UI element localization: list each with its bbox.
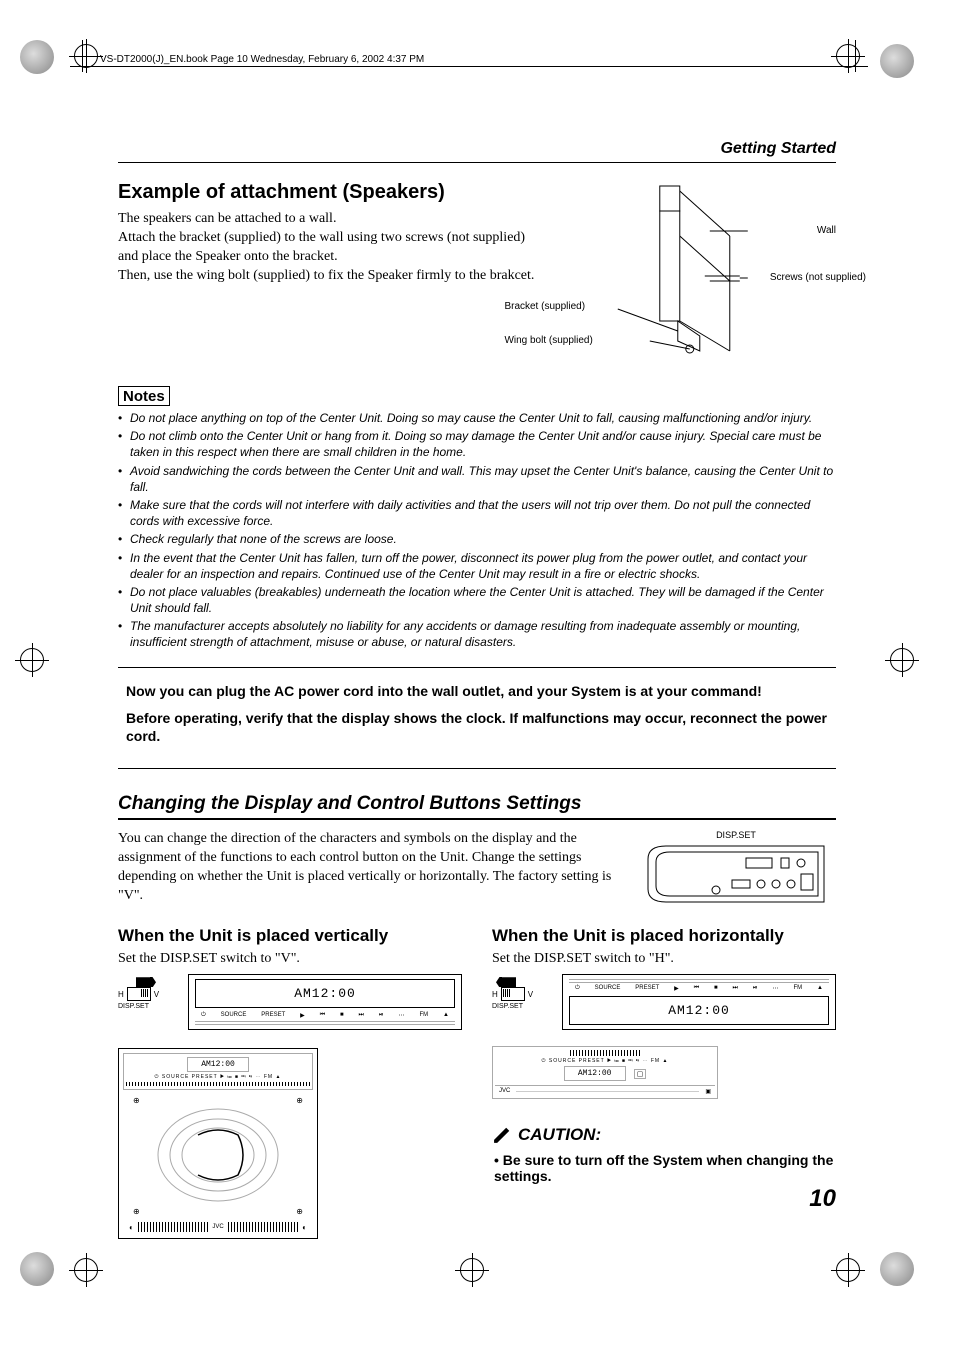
dispset-switch: [501, 987, 525, 1001]
rule: [118, 162, 836, 163]
caution-body: • Be sure to turn off the System when ch…: [492, 1152, 836, 1184]
now-p1: Now you can plug the AC power cord into …: [126, 682, 828, 701]
list-item: Do not place anything on top of the Cent…: [118, 410, 836, 426]
orientation-columns: When the Unit is placed vertically Set t…: [118, 926, 836, 1239]
attachment-figure: Wall Screws (not supplied) Bracket (supp…: [554, 181, 836, 364]
label-wall: Wall: [817, 225, 836, 236]
label-wingbolt: Wing bolt (supplied): [504, 335, 592, 346]
attachment-p3: Then, use the wing bolt (supplied) to fi…: [118, 267, 534, 286]
caution-label: CAUTION:: [518, 1125, 601, 1145]
registration-mark: [836, 44, 860, 73]
list-item: In the event that the Center Unit has fa…: [118, 550, 836, 582]
list-item: Do not place valuables (breakables) unde…: [118, 584, 836, 616]
arrow-left-icon: [496, 977, 516, 987]
page: VS-DT2000(J)_EN.book Page 10 Wednesday, …: [0, 0, 954, 1351]
speaker-wall-diagram: [554, 181, 836, 361]
heading-attachment: Example of attachment (Speakers): [118, 181, 534, 204]
vertical-figure: H V DISP.SET AM12:00 ⏻SOURCEPRESET▶⏮■⏭⏯⋯…: [118, 977, 462, 1239]
registration-mark: [460, 1258, 484, 1287]
attachment-p2: Attach the bracket (supplied) to the wal…: [118, 229, 534, 267]
framemaker-header: VS-DT2000(J)_EN.book Page 10 Wednesday, …: [100, 54, 424, 65]
pencil-icon: [492, 1125, 512, 1145]
attachment-text: Example of attachment (Speakers) The spe…: [118, 181, 534, 364]
crop-line: [82, 40, 83, 72]
horizontal-figure: H V DISP.SET ⏻SOURCEPRESET▶⏮■⏭⏯⋯: [492, 977, 836, 1099]
crop-line: [855, 40, 856, 72]
vertical-column: When the Unit is placed vertically Set t…: [118, 926, 462, 1239]
attachment-section: Example of attachment (Speakers) The spe…: [118, 181, 836, 364]
list-item: Make sure that the cords will not interf…: [118, 497, 836, 529]
horizontal-unit-drawing: ⏻ SOURCE PRESET ▶ ⏮ ■ ⏭ ⏯ ⋯ FM ▲ AM12:00…: [492, 1046, 718, 1099]
list-item: The manufacturer accepts absolutely no l…: [118, 618, 836, 650]
mini-display: AM12:00: [187, 1057, 249, 1072]
running-title: Getting Started: [118, 140, 836, 158]
cd-slot-icon: [123, 1105, 313, 1205]
vertical-unit-drawing: AM12:00 ⏻ SOURCE PRESET ▶ ⏮ ■ ⏭ ⏯ ⋯ FM ▲…: [118, 1048, 318, 1239]
now-p2: Before operating, verify that the displa…: [126, 709, 828, 747]
list-item: Do not climb onto the Center Unit or han…: [118, 428, 836, 460]
now-box: Now you can plug the AC power cord into …: [118, 678, 836, 759]
registration-mark: [74, 44, 98, 73]
label-bracket: Bracket (supplied): [504, 301, 585, 312]
vertical-text: Set the DISP.SET switch to "V".: [118, 950, 462, 969]
horizontal-column: When the Unit is placed horizontally Set…: [492, 926, 836, 1239]
heading-horizontal: When the Unit is placed horizontally: [492, 926, 836, 946]
heading-vertical: When the Unit is placed vertically: [118, 926, 462, 946]
registration-mark: [74, 1258, 98, 1287]
display-intro-row: You can change the direction of the char…: [118, 830, 836, 906]
notes-label: Notes: [118, 386, 170, 406]
dispset-switch: [127, 987, 151, 1001]
registration-mark: [836, 1258, 860, 1287]
registration-mark: [20, 648, 44, 677]
unit-display: AM12:00: [195, 979, 455, 1008]
registration-mark: [890, 648, 914, 677]
registration-mark: [880, 44, 914, 83]
mini-display: AM12:00: [564, 1066, 626, 1081]
content-area: Getting Started Example of attachment (S…: [118, 140, 836, 1239]
crop-line: [70, 66, 868, 67]
list-item: Avoid sandwiching the cords between the …: [118, 463, 836, 495]
registration-mark: [880, 1252, 914, 1291]
arrow-right-icon: [136, 977, 156, 987]
registration-mark: [20, 1252, 54, 1291]
dispset-caption: DISP.SET: [636, 830, 836, 840]
horizontal-text: Set the DISP.SET switch to "H".: [492, 950, 836, 969]
dispset-figure: DISP.SET: [636, 830, 836, 906]
unit-display: AM12:00: [569, 996, 829, 1025]
caution-heading: CAUTION:: [492, 1125, 601, 1145]
registration-mark: [20, 40, 54, 79]
divider: [118, 667, 836, 668]
label-screws: Screws (not supplied): [770, 272, 866, 283]
heading-display-settings: Changing the Display and Control Buttons…: [118, 793, 836, 820]
divider: [118, 768, 836, 769]
list-item: Check regularly that none of the screws …: [118, 531, 836, 547]
attachment-p1: The speakers can be attached to a wall.: [118, 210, 534, 229]
notes-list: Do not place anything on top of the Cent…: [118, 410, 836, 651]
unit-top-diagram: [646, 844, 826, 904]
page-number: 10: [809, 1185, 836, 1213]
display-intro-text: You can change the direction of the char…: [118, 830, 616, 906]
caution-block: CAUTION: • Be sure to turn off the Syste…: [492, 1125, 836, 1184]
